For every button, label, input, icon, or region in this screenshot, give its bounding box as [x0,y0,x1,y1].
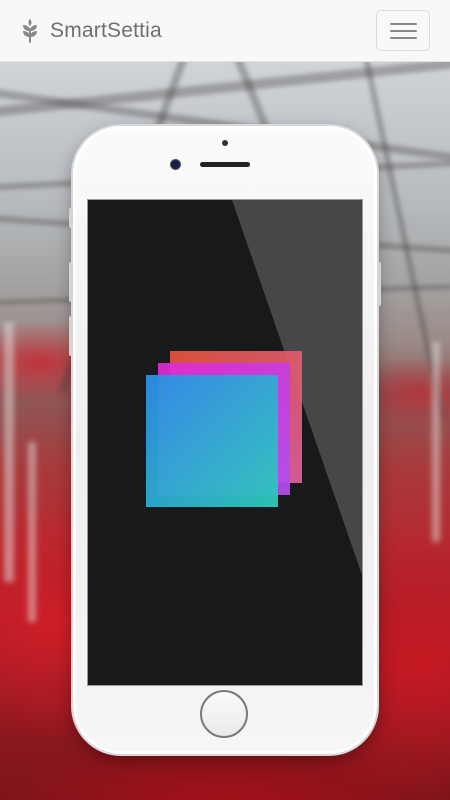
layered-squares-logo [146,351,302,507]
volume-down-button [69,316,73,356]
power-button [377,262,381,306]
home-button[interactable] [200,690,248,738]
brand-link[interactable]: SmartSettia [20,17,162,45]
front-camera-icon [171,160,180,169]
volume-up-button [69,262,73,302]
phone-screen [88,200,362,685]
leaf-sprout-icon [23,19,37,43]
earpiece-speaker [200,162,250,167]
logo-square-front [146,375,278,507]
proximity-sensor [222,140,228,146]
top-navbar: SmartSettia [0,0,450,62]
menu-toggle-button[interactable] [376,10,430,51]
brand-name: SmartSettia [50,19,162,42]
phone-mockup [69,126,381,754]
mute-switch [69,208,73,228]
